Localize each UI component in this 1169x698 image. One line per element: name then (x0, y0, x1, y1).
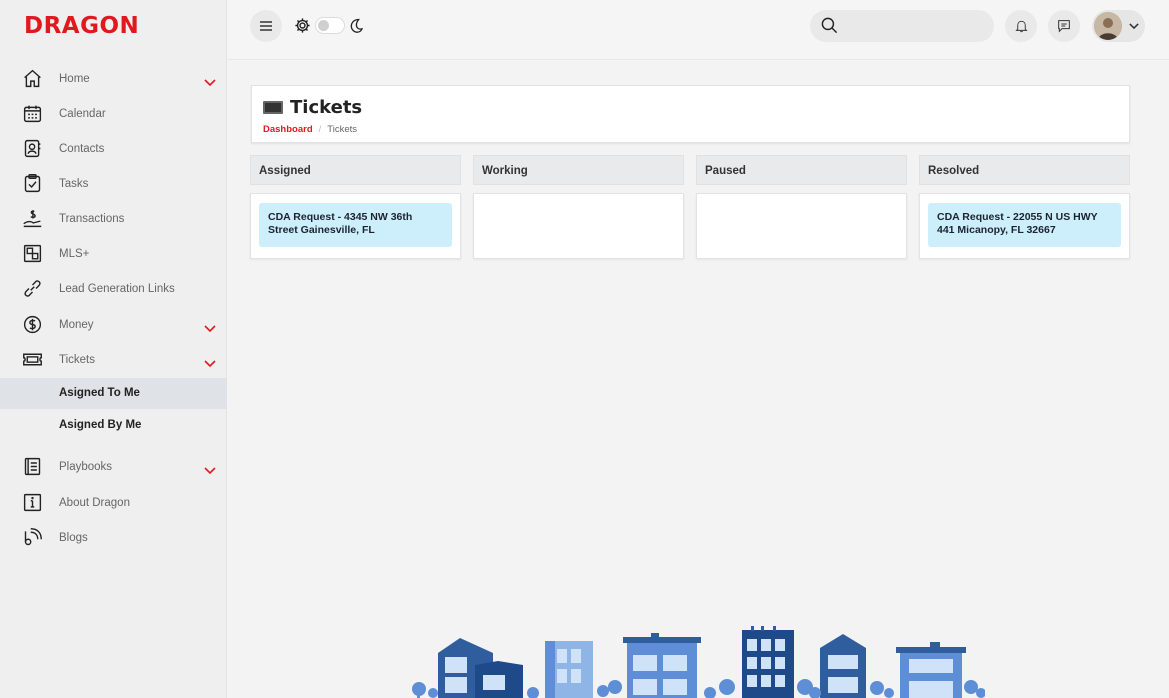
sidebar-item-label: Playbooks (59, 460, 113, 473)
theme-toggle[interactable] (315, 17, 345, 34)
sidebar-item-label: Tickets (59, 353, 95, 366)
sidebar-item-home[interactable]: Home (0, 61, 227, 96)
sidebar-item-tickets[interactable]: Tickets (0, 342, 227, 377)
column-header-paused: Paused (696, 155, 907, 185)
city-skyline-illustration (412, 626, 985, 698)
sidebar-item-label: Contacts (59, 142, 105, 155)
column-header-assigned: Assigned (250, 155, 461, 185)
sidebar-item-blogs[interactable]: Blogs (0, 520, 227, 555)
hand-dollar-icon (22, 208, 43, 229)
chevron-down-icon[interactable] (204, 320, 216, 333)
column-assigned: CDA Request - 4345 NW 36th Street Gaines… (250, 193, 461, 259)
chevron-down-icon[interactable] (204, 74, 216, 87)
page-header-card: Tickets Dashboard / Tickets (251, 85, 1130, 143)
chevron-down-icon[interactable] (204, 355, 216, 368)
clipboard-check-icon (22, 173, 43, 194)
book-icon (22, 456, 43, 477)
bell-icon (1014, 20, 1028, 33)
ticket-card[interactable]: CDA Request - 4345 NW 36th Street Gaines… (259, 203, 452, 247)
chevron-down-icon (1129, 23, 1139, 30)
sidebar-item-about-dragon[interactable]: About Dragon (0, 485, 227, 520)
ticket-icon (263, 101, 283, 114)
page-title: Tickets (290, 97, 363, 118)
rss-icon (22, 527, 43, 548)
column-header-resolved: Resolved (919, 155, 1130, 185)
search-input[interactable] (810, 10, 994, 42)
breadcrumb-separator: / (318, 124, 322, 135)
profile-menu[interactable] (1092, 10, 1145, 42)
mls-icon (22, 243, 43, 264)
ticket-card[interactable]: CDA Request - 22055 N US HWY 441 Micanop… (928, 203, 1121, 247)
toggle-knob (318, 20, 329, 31)
sidebar-subitem-asigned-to-me[interactable]: Asigned To Me (0, 378, 227, 409)
breadcrumb: Dashboard / Tickets (263, 124, 357, 135)
column-resolved: CDA Request - 22055 N US HWY 441 Micanop… (919, 193, 1130, 259)
calendar-icon (22, 103, 43, 124)
avatar (1094, 12, 1122, 40)
sidebar-item-mls[interactable]: MLS+ (0, 236, 227, 271)
chevron-down-icon[interactable] (204, 462, 216, 475)
sidebar-item-lead-generation-links[interactable]: Lead Generation Links (0, 271, 227, 306)
dollar-circle-icon (22, 314, 43, 335)
sidebar-item-transactions[interactable]: Transactions (0, 201, 227, 236)
sidebar-item-contacts[interactable]: Contacts (0, 131, 227, 166)
sidebar-item-calendar[interactable]: Calendar (0, 96, 227, 131)
chat-icon (1058, 20, 1070, 33)
ticket-icon (22, 349, 43, 370)
menu-button[interactable] (250, 10, 282, 42)
sidebar-item-label: Transactions (59, 212, 125, 225)
notifications-button[interactable] (1005, 10, 1037, 42)
column-header-working: Working (473, 155, 684, 185)
breadcrumb-dashboard-link[interactable]: Dashboard (263, 124, 313, 135)
brand-logo[interactable]: DRAGON (24, 13, 139, 39)
sidebar-item-label: Calendar (59, 107, 106, 120)
contacts-icon (22, 138, 43, 159)
moon-icon (350, 18, 364, 33)
sidebar-item-label: Lead Generation Links (59, 282, 175, 295)
sidebar-item-money[interactable]: Money (0, 307, 227, 342)
info-icon (22, 492, 43, 513)
sidebar-item-label: About Dragon (59, 496, 130, 509)
breadcrumb-current: Tickets (327, 124, 357, 135)
sidebar-item-tasks[interactable]: Tasks (0, 166, 227, 201)
messages-button[interactable] (1048, 10, 1080, 42)
column-paused (696, 193, 907, 259)
sidebar-item-label: Blogs (59, 531, 88, 544)
hamburger-icon (260, 21, 272, 31)
sidebar-subitem-asigned-by-me[interactable]: Asigned By Me (0, 410, 227, 441)
sidebar-subitem-label: Asigned By Me (59, 419, 142, 431)
home-icon (22, 68, 43, 89)
sidebar-subitem-label: Asigned To Me (59, 387, 140, 399)
sidebar-item-label: Home (59, 72, 90, 85)
column-working (473, 193, 684, 259)
sidebar: DRAGON Home Calendar Contacts Tasks Tran… (0, 0, 227, 698)
sidebar-item-playbooks[interactable]: Playbooks (0, 449, 227, 484)
gear-icon[interactable] (294, 17, 311, 34)
link-icon (22, 278, 43, 299)
sidebar-item-label: Money (59, 318, 94, 331)
sidebar-item-label: Tasks (59, 177, 89, 190)
sidebar-item-label: MLS+ (59, 247, 90, 260)
